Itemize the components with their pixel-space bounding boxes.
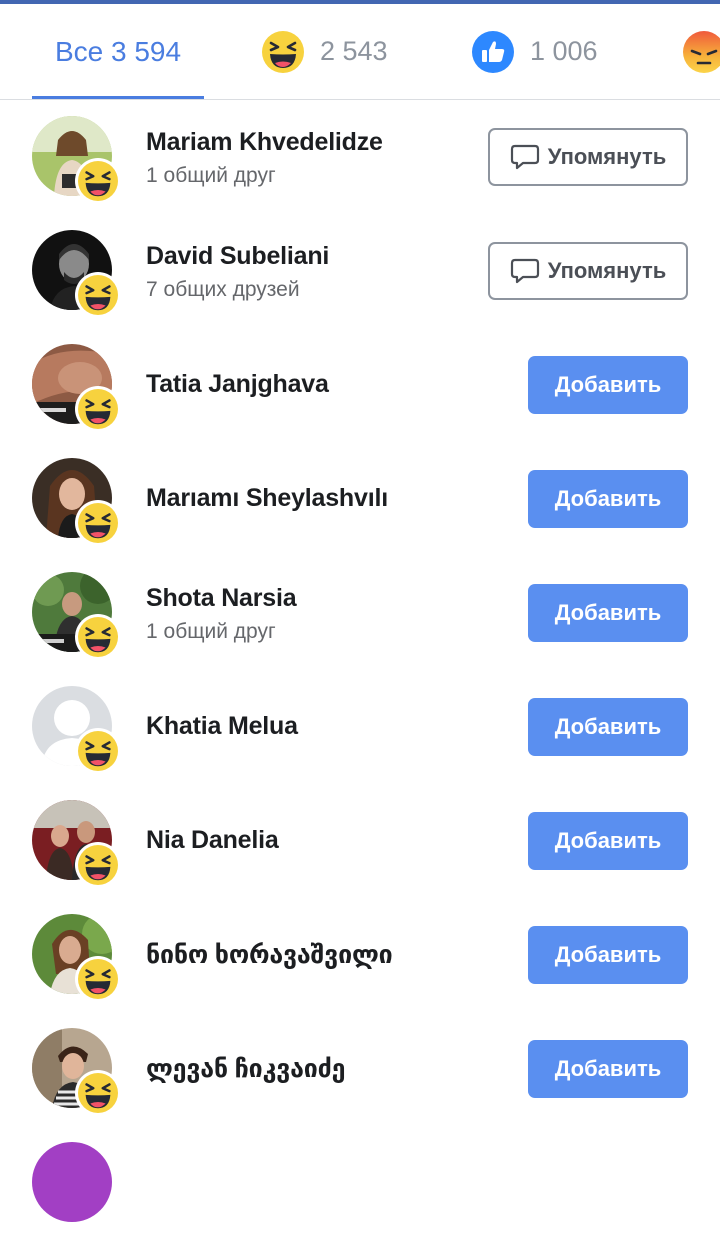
list-item: Mariam Khvedelidze 1 общий друг Упомянут… [0, 100, 720, 214]
comment-bubble-icon [510, 257, 540, 285]
add-friend-button[interactable]: Добавить [528, 926, 688, 984]
add-friend-button[interactable]: Добавить [528, 812, 688, 870]
tab-all[interactable]: Все 3 594 [32, 4, 204, 99]
list-item: Tatia Janjghava Добавить [0, 328, 720, 442]
haha-icon [75, 956, 121, 1002]
person-name[interactable]: Khatia Melua [146, 712, 298, 741]
add-friend-button[interactable]: Добавить [528, 698, 688, 756]
haha-icon [75, 728, 121, 774]
haha-icon [75, 500, 121, 546]
list-item: Khatia Melua Добавить [0, 670, 720, 784]
mutual-friends: 1 общий друг [146, 620, 276, 643]
person-name[interactable]: David Subeliani [146, 242, 329, 271]
person-name[interactable]: Marıamı Sheylashvılı [146, 484, 388, 513]
people-list: Mariam Khvedelidze 1 общий друг Упомянут… [0, 100, 720, 1240]
haha-icon [75, 158, 121, 204]
mention-label: Упомянуть [547, 144, 667, 169]
haha-icon [75, 614, 121, 660]
list-item: ლევან ჩიკვაიძე Добавить [0, 1012, 720, 1126]
list-item: Nia Danelia Добавить [0, 784, 720, 898]
add-friend-button[interactable]: Добавить [528, 356, 688, 414]
avatar[interactable] [32, 1142, 112, 1222]
reactions-tab-bar: Все 3 594 2 543 1 006 [0, 4, 720, 100]
angry-icon [683, 30, 720, 73]
person-name[interactable]: Nia Danelia [146, 826, 279, 855]
haha-icon [75, 386, 121, 432]
haha-icon [75, 842, 121, 888]
person-name[interactable]: Shota Narsia [146, 584, 297, 613]
tab-like[interactable]: 1 006 [472, 4, 598, 99]
list-item: ნინო ხორავაშვილი Добавить [0, 898, 720, 1012]
mention-label: Упомянуть [547, 258, 667, 283]
comment-bubble-icon [510, 143, 540, 171]
tab-all-label: Все 3 594 [54, 35, 182, 67]
tab-angry[interactable] [683, 4, 720, 99]
add-friend-button[interactable]: Добавить [528, 470, 688, 528]
mutual-friends: 7 общих друзей [146, 278, 300, 301]
list-item: Shota Narsia 1 общий друг Добавить [0, 556, 720, 670]
person-name[interactable]: Tatia Janjghava [146, 370, 329, 399]
tab-haha-count: 2 543 [320, 36, 388, 66]
haha-icon [75, 272, 121, 318]
person-name[interactable]: ნინო ხორავაშვილი [146, 940, 393, 970]
list-item: David Subeliani 7 общих друзей Упомянуть [0, 214, 720, 328]
haha-icon [75, 1070, 121, 1116]
add-friend-button[interactable]: Добавить [528, 584, 688, 642]
add-friend-button[interactable]: Добавить [528, 1040, 688, 1098]
mutual-friends: 1 общий друг [146, 164, 276, 187]
mention-button[interactable]: Упомянуть [488, 128, 688, 186]
list-item: Marıamı Sheylashvılı Добавить [0, 442, 720, 556]
person-name[interactable]: ლევან ჩიკვაიძე [146, 1054, 346, 1084]
mention-button[interactable]: Упомянуть [488, 242, 688, 300]
list-item [0, 1126, 720, 1240]
tab-haha[interactable]: 2 543 [262, 4, 388, 99]
tab-like-count: 1 006 [530, 36, 598, 66]
haha-icon [262, 30, 304, 73]
person-name[interactable]: Mariam Khvedelidze [146, 128, 383, 157]
like-icon [472, 30, 514, 73]
